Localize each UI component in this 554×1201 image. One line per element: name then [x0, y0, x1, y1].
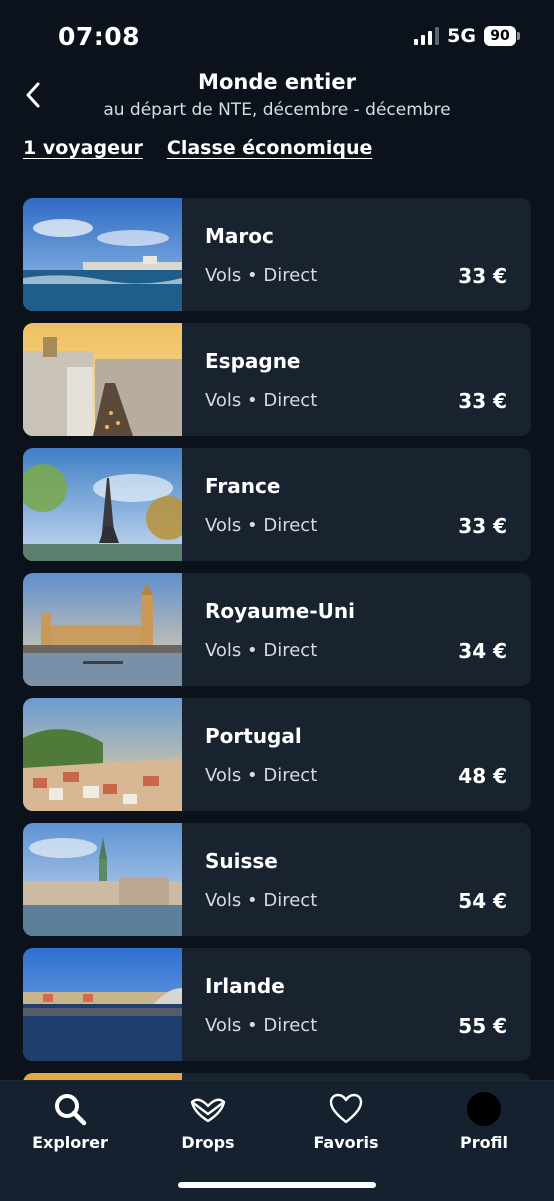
destination-meta: Vols • Direct: [205, 265, 318, 286]
destination-image: [23, 448, 182, 561]
cabin-class-selector[interactable]: Classe économique: [167, 137, 373, 159]
signal-icon: [414, 27, 440, 45]
destination-name: Maroc: [205, 224, 274, 248]
destination-card-suisse[interactable]: Suisse Vols • Direct 54 €: [23, 823, 531, 936]
destination-price: 54 €: [458, 889, 507, 913]
heart-icon: [329, 1093, 363, 1124]
tab-label: Explorer: [32, 1133, 108, 1152]
destination-name: Portugal: [205, 724, 302, 748]
tab-drops[interactable]: Drops: [153, 1091, 263, 1152]
home-indicator: [178, 1182, 376, 1188]
destination-card-france[interactable]: France Vols • Direct 33 €: [23, 448, 531, 561]
tab-favoris[interactable]: Favoris: [291, 1091, 401, 1152]
destination-image: [23, 948, 182, 1061]
destination-image: [23, 573, 182, 686]
destination-name: Espagne: [205, 349, 301, 373]
destination-image: [23, 198, 182, 311]
destination-meta: Vols • Direct: [205, 515, 318, 536]
travellers-selector[interactable]: 1 voyageur: [23, 137, 143, 159]
avatar: [467, 1092, 501, 1126]
battery-icon: 90: [484, 26, 520, 46]
destination-image: [23, 823, 182, 936]
destination-image: [23, 698, 182, 811]
destination-meta: Vols • Direct: [205, 640, 318, 661]
tab-explorer[interactable]: Explorer: [15, 1091, 125, 1152]
destination-price: 55 €: [458, 1014, 507, 1038]
tab-profil[interactable]: Profil: [429, 1091, 539, 1152]
drops-icon: [190, 1098, 226, 1123]
status-bar: 07:08 5G 90: [0, 0, 554, 70]
destination-price: 34 €: [458, 639, 507, 663]
status-indicators: 5G 90: [414, 25, 520, 47]
destination-list: Maroc Vols • Direct 33 € Espagne Vols • …: [23, 198, 531, 1125]
destination-price: 33 €: [458, 389, 507, 413]
tab-label: Drops: [181, 1133, 235, 1152]
destination-meta: Vols • Direct: [205, 390, 318, 411]
search-icon: [55, 1094, 87, 1126]
page-subtitle: au départ de NTE, décembre - décembre: [103, 100, 451, 120]
destination-meta: Vols • Direct: [205, 890, 318, 911]
destination-meta: Vols • Direct: [205, 765, 318, 786]
destination-image: [23, 323, 182, 436]
destination-card-espagne[interactable]: Espagne Vols • Direct 33 €: [23, 323, 531, 436]
destination-card-portugal[interactable]: Portugal Vols • Direct 48 €: [23, 698, 531, 811]
destination-card-irlande[interactable]: Irlande Vols • Direct 55 €: [23, 948, 531, 1061]
destination-name: Irlande: [205, 974, 285, 998]
destination-price: 33 €: [458, 264, 507, 288]
tab-label: Favoris: [313, 1133, 379, 1152]
destination-price: 48 €: [458, 764, 507, 788]
search-filters: 1 voyageur Classe économique: [23, 137, 372, 159]
destination-name: France: [205, 474, 281, 498]
destination-card-maroc[interactable]: Maroc Vols • Direct 33 €: [23, 198, 531, 311]
network-label: 5G: [447, 25, 476, 47]
destination-name: Suisse: [205, 849, 278, 873]
destination-card-royaume-uni[interactable]: Royaume-Uni Vols • Direct 34 €: [23, 573, 531, 686]
destination-name: Royaume-Uni: [205, 599, 355, 623]
status-time: 07:08: [58, 22, 141, 51]
battery-level: 90: [490, 28, 510, 44]
page-title: Monde entier: [198, 70, 356, 94]
destination-price: 33 €: [458, 514, 507, 538]
tab-label: Profil: [460, 1133, 508, 1152]
destination-meta: Vols • Direct: [205, 1015, 318, 1036]
